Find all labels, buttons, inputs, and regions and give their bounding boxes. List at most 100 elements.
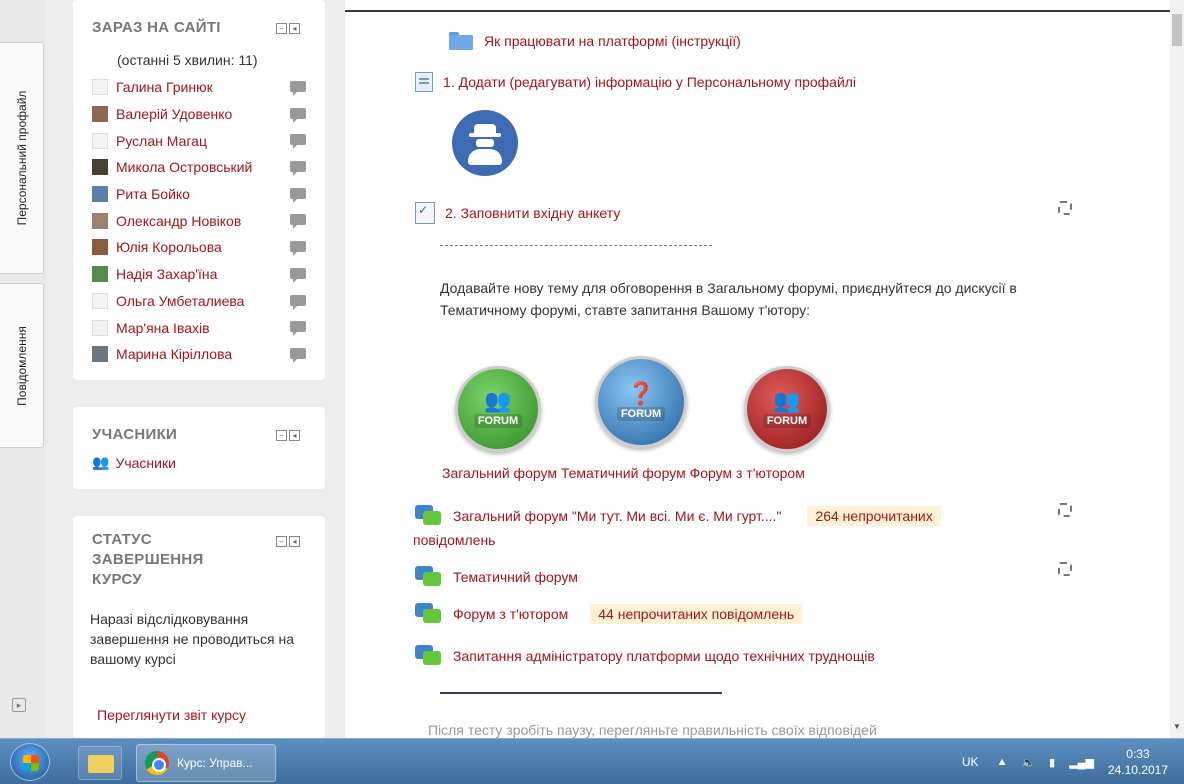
user-name-link[interactable]: Надія Захар'їна — [116, 266, 217, 282]
user-name-link[interactable]: Микола Островський — [116, 159, 252, 175]
vertical-scrollbar[interactable]: ▼ — [1170, 0, 1184, 738]
forum-name: Запитання адміністратору платформи щодо … — [453, 648, 875, 664]
topic-forum-button[interactable]: ❓ FORUM — [595, 356, 687, 448]
bottom-cut-text: Після тесту зробіть паузу, перегляньте п… — [428, 722, 877, 738]
instructions-folder-link[interactable]: Як працювати на платформі (інструкції) — [449, 32, 741, 50]
signal-icon[interactable]: ▂▄▆ — [1069, 756, 1094, 769]
unread-badge-continuation[interactable]: повідомлень — [413, 532, 495, 548]
message-icon[interactable] — [290, 241, 306, 257]
volume-icon[interactable]: 🔈 — [1021, 756, 1035, 769]
user-row: Валерій Удовенко — [92, 101, 312, 128]
forum-icon — [415, 645, 441, 667]
forum-badge-label: FORUM — [616, 407, 666, 421]
forum-badge-label: FORUM — [473, 414, 523, 428]
windows-taskbar: Курс: Управ... UK ▲ 🔈 ▮ ▂▄▆ 0:33 24.10.2… — [0, 738, 1184, 784]
user-name-link[interactable]: Олександр Новіков — [116, 213, 241, 229]
step1-link[interactable]: 1. Додати (редагувати) інформацію у Перс… — [415, 72, 856, 92]
folder-icon — [449, 32, 473, 50]
people-icon: 👥 — [484, 388, 512, 413]
forum-captions[interactable]: Загальний форум Тематичний форум Форум з… — [442, 465, 805, 481]
forum-icon — [415, 566, 441, 588]
participants-title: УЧАСНИКИ — [92, 426, 178, 443]
dock-icon[interactable]: ◂ — [289, 536, 300, 547]
participants-block: УЧАСНИКИ − ◂ 👥 Учасники — [73, 407, 325, 489]
forum-item-admin[interactable]: Запитання адміністратору платформи щодо … — [415, 645, 875, 667]
message-icon[interactable] — [290, 161, 306, 177]
dock-icon[interactable]: ◂ — [289, 23, 300, 34]
profile-spy-icon[interactable] — [452, 110, 518, 176]
course-report-link[interactable]: Переглянути звіт курсу — [97, 707, 246, 723]
language-indicator[interactable]: UK — [962, 755, 979, 769]
tutor-forum-button[interactable]: 👥 FORUM — [744, 366, 830, 452]
forum-item-topic[interactable]: Тематичний форум — [415, 566, 578, 588]
user-avatar — [92, 239, 108, 256]
tab-messages[interactable]: Повідомлення — [0, 283, 44, 448]
user-name-link[interactable]: Мар'яна Івахів — [116, 320, 210, 336]
message-icon[interactable] — [290, 294, 306, 310]
collapse-icon[interactable]: − — [276, 23, 287, 34]
unread-badge[interactable]: 264 непрочитаних — [807, 506, 941, 526]
user-name-link[interactable]: Галина Гринюк — [116, 79, 213, 95]
chrome-tab-title: Курс: Управ... — [177, 756, 253, 770]
block-controls: − ◂ — [276, 23, 300, 34]
scrollbar-thumb[interactable] — [1172, 14, 1182, 46]
start-button[interactable] — [10, 743, 50, 781]
user-avatar — [92, 266, 108, 283]
online-users-block: ЗАРАЗ НА САЙТІ − ◂ (останні 5 хвилин: 11)… — [73, 0, 325, 380]
forum-name: Тематичний форум — [453, 569, 578, 585]
message-icon[interactable] — [290, 187, 306, 203]
page-icon — [415, 72, 433, 92]
system-tray: UK ▲ 🔈 ▮ ▂▄▆ 0:33 24.10.2017 — [962, 739, 1184, 784]
user-name-link[interactable]: Руслан Магац — [116, 133, 207, 149]
message-icon[interactable] — [290, 81, 306, 96]
forum-item-tutor[interactable]: Форум з т'ютором 44 непрочитаних повідом… — [415, 603, 803, 625]
user-avatar — [92, 292, 108, 309]
message-icon[interactable] — [290, 107, 306, 123]
completion-checkbox[interactable] — [1058, 201, 1072, 215]
dock-expand-icon[interactable]: ▸ — [12, 698, 26, 712]
question-people-icon: ❓ — [627, 381, 655, 406]
chrome-icon — [145, 751, 169, 775]
show-hidden-icons-icon[interactable]: ▲ — [997, 756, 1008, 768]
tab-personal-profile[interactable]: Персональний профайл — [0, 42, 44, 274]
block-controls: − ◂ — [276, 430, 300, 441]
message-icon[interactable] — [290, 321, 306, 337]
chrome-taskbar-button[interactable]: Курс: Управ... — [136, 744, 276, 782]
user-name-link[interactable]: Ольга Умбеталиева — [116, 293, 244, 309]
forum-icon — [415, 505, 441, 527]
completion-checkbox[interactable] — [1058, 503, 1072, 517]
message-icon[interactable] — [290, 134, 306, 150]
user-name-link[interactable]: Рита Бойко — [116, 186, 190, 202]
user-name-link[interactable]: Валерій Удовенко — [116, 106, 232, 122]
message-icon[interactable] — [290, 267, 306, 283]
user-avatar — [92, 319, 108, 336]
scroll-down-arrow-icon[interactable]: ▼ — [1173, 722, 1181, 731]
unread-badge[interactable]: 44 непрочитаних повідомлень — [590, 604, 803, 624]
general-forum-button[interactable]: 👥 FORUM — [455, 366, 541, 452]
collapse-icon[interactable]: − — [276, 536, 287, 547]
user-name-link[interactable]: Юлія Корольова — [116, 239, 222, 255]
user-avatar — [92, 212, 108, 229]
file-explorer-button[interactable] — [78, 746, 122, 780]
forum-name: Форум з т'ютором — [453, 606, 569, 622]
user-row: Микола Островський — [92, 154, 312, 181]
clock-time: 0:33 — [1126, 747, 1150, 761]
user-name-link[interactable]: Марина Кіріллова — [116, 346, 232, 362]
user-row: Надія Захар'їна — [92, 261, 312, 288]
participants-link-label: Учасники — [115, 454, 176, 471]
collapse-icon[interactable]: − — [276, 430, 287, 441]
message-icon[interactable] — [290, 214, 306, 230]
message-icon[interactable] — [290, 347, 306, 363]
completion-checkbox[interactable] — [1058, 562, 1072, 576]
online-users-list: Галина Гринюк Валерій Удовенко Руслан Ма… — [92, 74, 312, 368]
online-users-subtitle: (останні 5 хвилин: 11) — [117, 52, 258, 68]
step2-link[interactable]: 2. Заповнити вхідну анкету — [415, 202, 620, 224]
clock[interactable]: 0:33 24.10.2017 — [1108, 746, 1168, 778]
network-icon[interactable]: ▮ — [1049, 756, 1055, 769]
course-completion-title: СТАТУС ЗАВЕРШЕННЯ КУРСУ — [92, 531, 204, 588]
dock-icon[interactable]: ◂ — [289, 430, 300, 441]
forum-item-general[interactable]: Загальний форум "Ми тут. Ми всі. Ми є. М… — [415, 505, 941, 527]
step1-label: 1. Додати (редагувати) інформацію у Перс… — [443, 74, 857, 90]
participants-link[interactable]: 👥 Учасники — [92, 454, 176, 471]
user-avatar — [92, 159, 108, 176]
